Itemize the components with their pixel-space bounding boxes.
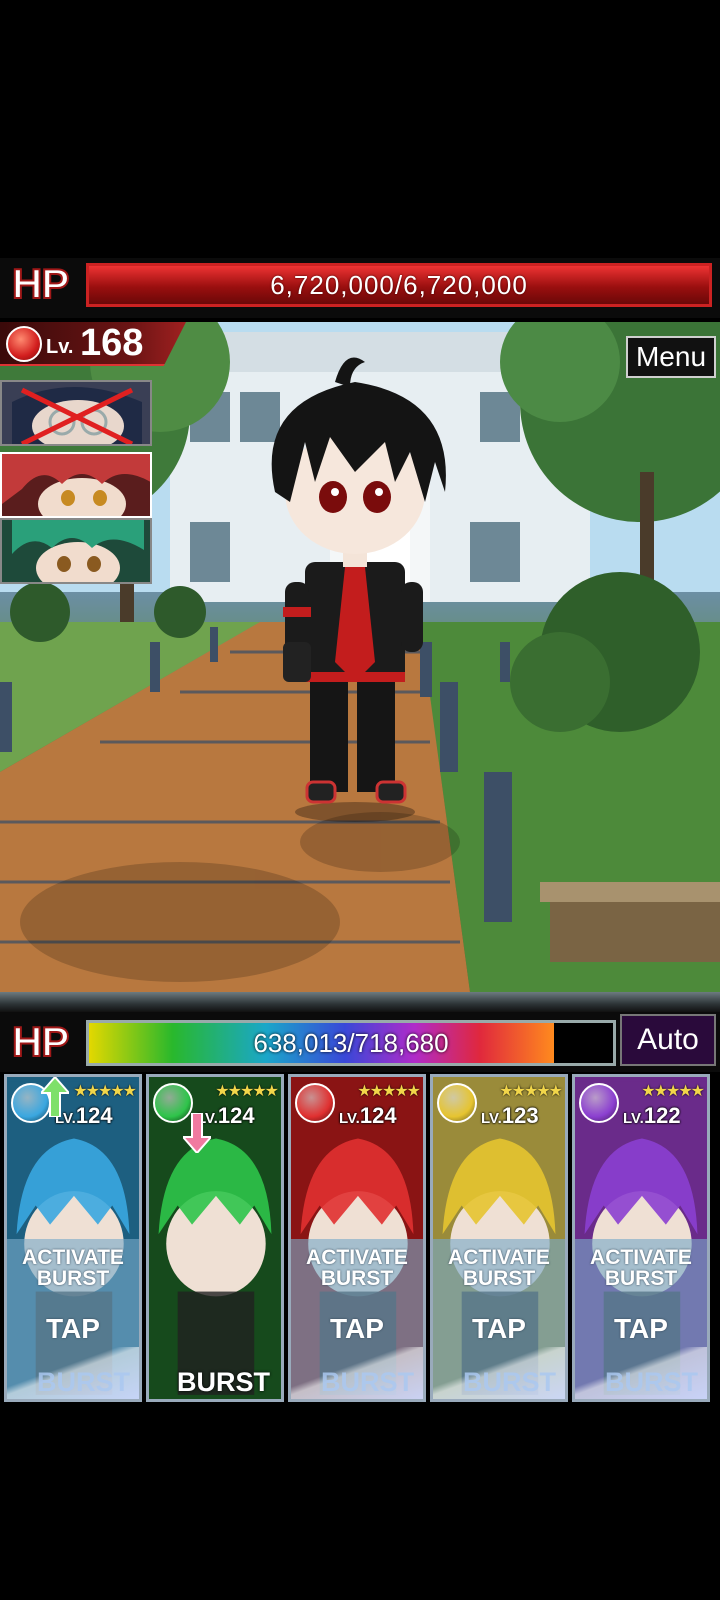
tap-prompt[interactable]: TAP [7,1313,139,1345]
activate-burst-text: ACTIVATE BURST [575,1247,707,1289]
enemy-portrait-defeated[interactable] [0,380,152,446]
unit-level-value: 124 [75,1103,113,1128]
unit-card-4[interactable]: ★★★★★ LV.123 ACTIVATE BURST TAP BURST [430,1074,568,1402]
unit-level-value: 124 [217,1103,255,1128]
burst-button-label[interactable]: BURST [37,1367,130,1398]
enemy-hp-bar: 6,720,000/6,720,000 [86,263,712,307]
rarity-stars: ★★★★★ [499,1083,563,1100]
unit-level-value: 124 [359,1103,397,1128]
unit-level: LV.123 [481,1103,539,1129]
enemy-hp-panel: HP 6,720,000/6,720,000 [0,258,720,318]
activate-burst-text: ACTIVATE BURST [433,1247,565,1289]
burst-button-label[interactable]: BURST [321,1367,414,1398]
unit-card-3[interactable]: ★★★★★ LV.124 ACTIVATE BURST TAP BURST [288,1074,426,1402]
player-hp-label: HP [11,1017,70,1066]
burst-word: BURST [36,1267,110,1290]
enemy-character[interactable] [235,342,475,822]
green-haired-enemy-face-icon [2,520,150,582]
burst-word: BURST [320,1267,394,1290]
light-element-icon [437,1083,477,1123]
activate-word: ACTIVATE [22,1246,124,1269]
tap-prompt[interactable]: TAP [291,1313,423,1345]
player-hp-panel: HP 638,013/718,680 [0,1012,720,1072]
activate-word: ACTIVATE [306,1246,408,1269]
burst-word: BURST [604,1267,678,1290]
battle-screen: HP 6,720,000/6,720,000 Lv. 168 Menu HP 6… [0,0,720,1600]
auto-button[interactable]: Auto [620,1014,716,1066]
tap-prompt[interactable]: TAP [575,1313,707,1345]
scene-divider [0,992,720,1012]
unit-level: LV.124 [339,1103,397,1129]
menu-button[interactable]: Menu [626,336,716,378]
unit-card-2[interactable]: ★★★★★ LV.124 BURST [146,1074,284,1402]
enemy-portrait-current[interactable] [0,452,152,518]
enemy-hp-label: HP [11,259,70,308]
unit-level-prefix: LV. [339,1110,360,1127]
activate-word: ACTIVATE [590,1246,692,1269]
unit-level-prefix: LV. [623,1110,644,1127]
unit-level-prefix: LV. [481,1110,502,1127]
activate-burst-text: ACTIVATE BURST [7,1247,139,1289]
unit-level: LV.122 [623,1103,681,1129]
enemy-level-badge: Lv. 168 [0,322,186,366]
tap-prompt[interactable]: TAP [433,1313,565,1345]
burst-word: BURST [462,1267,536,1290]
activate-burst-text: ACTIVATE BURST [291,1247,423,1289]
level-prefix: Lv. [46,336,74,358]
enemy-hp-text: 6,720,000/6,720,000 [270,270,528,300]
burst-button-label[interactable]: BURST [463,1367,556,1398]
enemy-level-value: 168 [80,322,144,364]
dark-element-icon [579,1083,619,1123]
rarity-stars: ★★★★★ [73,1083,137,1100]
unit-level-value: 122 [643,1103,681,1128]
defeated-enemy-face-icon [2,382,150,444]
player-hp-text: 638,013/718,680 [253,1028,449,1058]
rarity-stars: ★★★★★ [641,1083,705,1100]
fire-element-icon [6,326,42,362]
fire-element-icon [295,1083,335,1123]
player-hp-bar: 638,013/718,680 [86,1020,616,1066]
rarity-stars: ★★★★★ [215,1083,279,1100]
unit-card-1[interactable]: ★★★★★ LV.124 ACTIVATE BURST TAP BURST [4,1074,142,1402]
burst-button-label[interactable]: BURST [177,1367,270,1398]
burst-button-label[interactable]: BURST [605,1367,698,1398]
rarity-stars: ★★★★★ [357,1083,421,1100]
unit-level-value: 123 [501,1103,539,1128]
unit-card-5[interactable]: ★★★★★ LV.122 ACTIVATE BURST TAP BURST [572,1074,710,1402]
activate-word: ACTIVATE [448,1246,550,1269]
buff-up-arrow-icon [41,1077,69,1117]
red-haired-enemy-face-icon [2,454,150,516]
enemy-portrait-next[interactable] [0,518,152,584]
debuff-down-arrow-icon [183,1113,211,1153]
